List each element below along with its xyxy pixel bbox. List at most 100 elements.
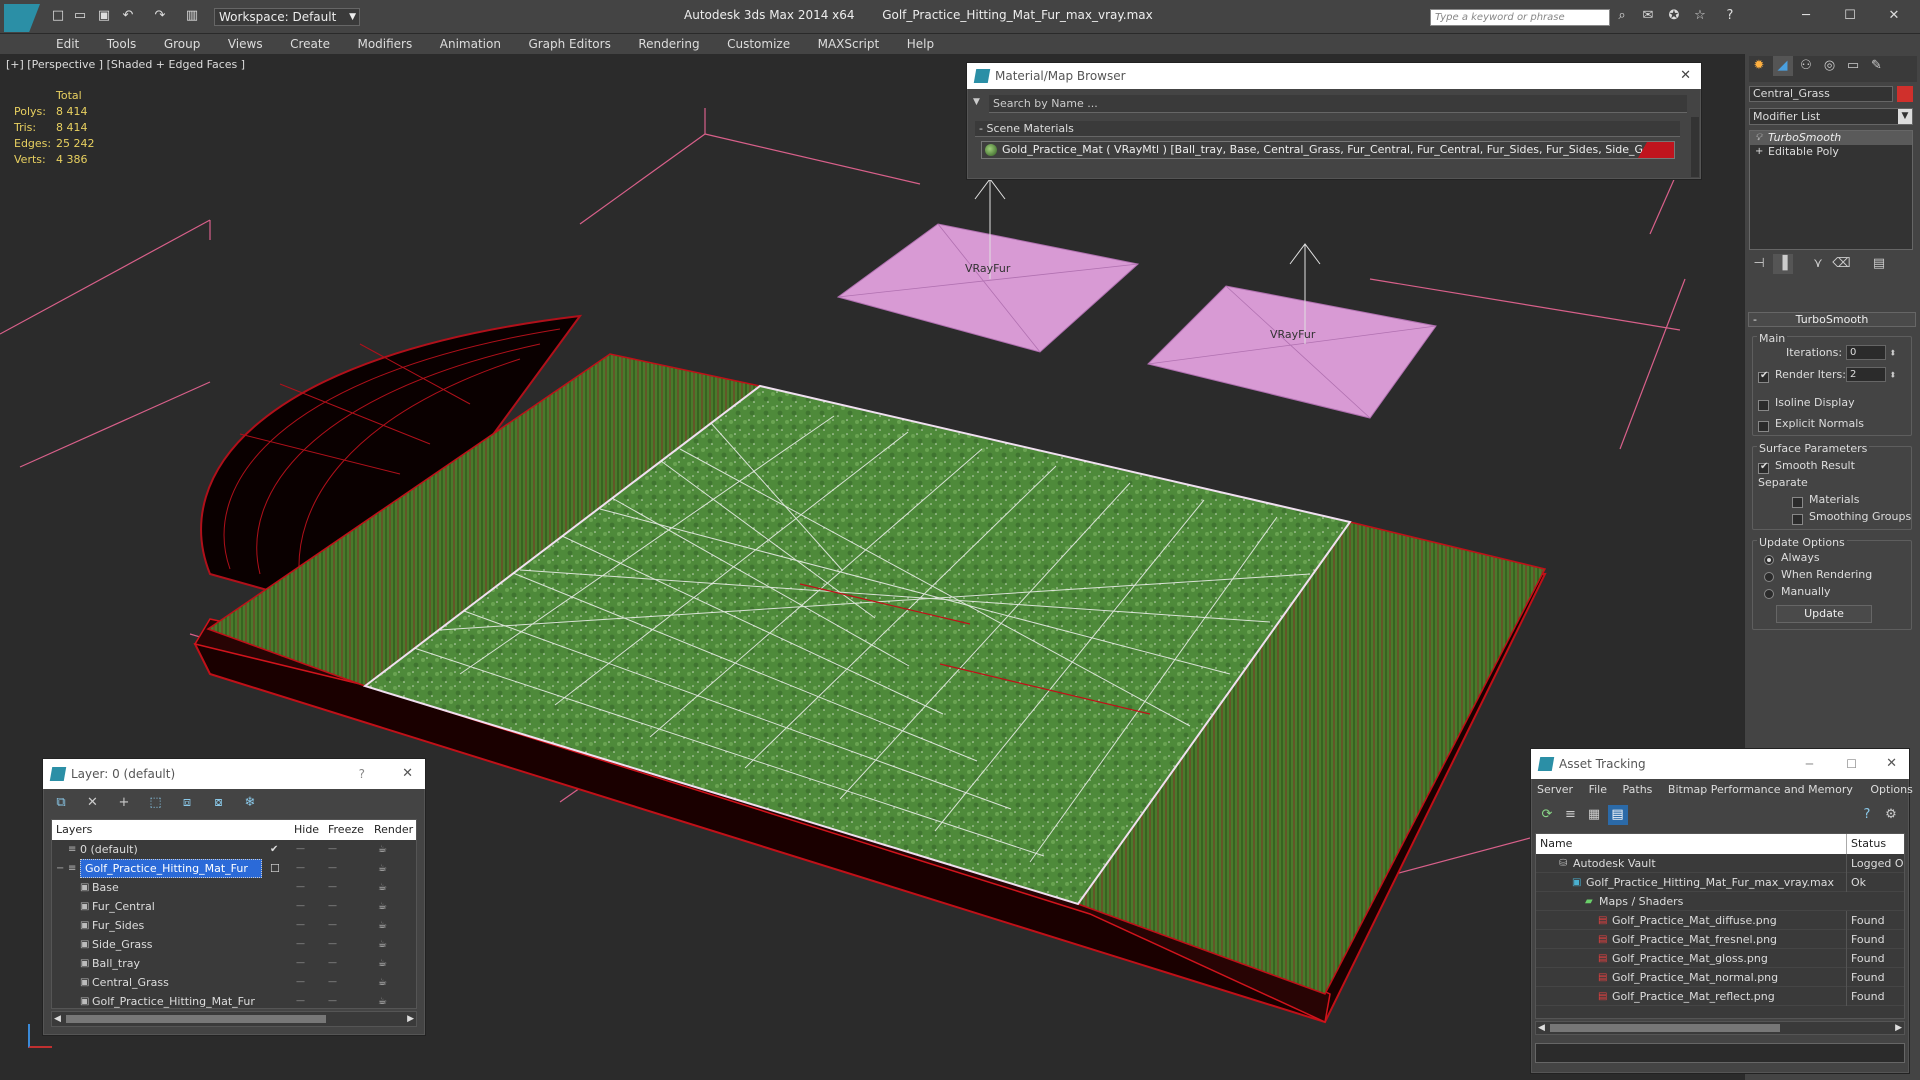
subscription-icon[interactable]: ✪ [1666, 8, 1682, 24]
help-icon[interactable]: ? [359, 759, 365, 789]
workspace-dropdown[interactable]: Workspace: Default ▼ [214, 8, 360, 26]
spinner-arrows-icon[interactable]: ⬍ [1890, 349, 1897, 358]
menu-graph-editors[interactable]: Graph Editors [516, 34, 622, 54]
configure-sets-icon[interactable]: ▤ [1869, 254, 1889, 274]
menu-rendering[interactable]: Rendering [626, 34, 711, 54]
layer-freeze-toggle[interactable]: — [328, 840, 337, 859]
render-iters-spinner[interactable]: 2 ⬍ [1846, 367, 1896, 382]
close-icon[interactable]: ✕ [1886, 8, 1902, 24]
asset-path-field[interactable] [1535, 1043, 1905, 1063]
vrayfur-plane-1[interactable] [836, 223, 1140, 353]
menu-animation[interactable]: Animation [428, 34, 513, 54]
stack-item-turbosmooth[interactable]: 💡︎ TurboSmooth [1750, 131, 1912, 145]
render-teapot-icon[interactable]: ☕︎ [378, 840, 387, 859]
layer-row[interactable]: ▣ Base — — ☕︎ [52, 878, 416, 897]
layer-hide-toggle[interactable]: — [296, 992, 305, 1011]
asset-row[interactable]: ▰ Maps / Shaders [1536, 892, 1904, 911]
render-teapot-icon[interactable]: ☕︎ [378, 973, 387, 992]
show-end-result-icon[interactable]: ▐ [1772, 254, 1793, 274]
modify-tab-icon[interactable]: ◢ [1772, 56, 1793, 76]
render-teapot-icon[interactable]: ☕︎ [378, 859, 387, 878]
asset-menu-file[interactable]: File [1589, 783, 1607, 796]
vrayfur-plane-2[interactable] [1147, 285, 1437, 419]
layer-hide-toggle[interactable]: — [296, 973, 305, 992]
hierarchy-tab-icon[interactable]: ⚇ [1796, 56, 1816, 76]
create-tab-icon[interactable]: ✹ [1749, 56, 1769, 76]
render-teapot-icon[interactable]: ☕︎ [378, 916, 387, 935]
column-name[interactable]: Name [1540, 834, 1572, 854]
column-hide[interactable]: Hide [294, 820, 319, 840]
favorites-star-icon[interactable]: ☆ [1692, 8, 1708, 24]
smoothing-groups-checkbox[interactable] [1792, 513, 1803, 525]
highlight-layer-icon[interactable]: ⧈ [177, 793, 197, 813]
spinner-arrows-icon[interactable]: ⬍ [1890, 371, 1897, 380]
help-icon[interactable]: ? [1722, 8, 1738, 24]
minimize-icon[interactable]: ─ [1806, 749, 1813, 779]
layer-freeze-toggle[interactable]: — [328, 992, 337, 1011]
column-status[interactable]: Status [1846, 834, 1886, 854]
redo-icon[interactable]: ↷ [152, 8, 168, 24]
object-color-swatch[interactable] [1897, 86, 1913, 102]
material-browser-scrollbar[interactable] [1691, 117, 1699, 177]
app-logo-icon[interactable] [4, 4, 40, 32]
hide-all-layers-icon[interactable]: ⧇ [209, 793, 229, 813]
chevron-right-icon[interactable]: ▶ [407, 1012, 414, 1026]
menu-modifiers[interactable]: Modifiers [345, 34, 424, 54]
stack-item-editable-poly[interactable]: + Editable Poly [1750, 145, 1912, 159]
layer-row[interactable]: ▣ Central_Grass — — ☕︎ [52, 973, 416, 992]
collapse-minus-icon[interactable]: − [56, 859, 64, 878]
motion-tab-icon[interactable]: ◎ [1820, 56, 1840, 76]
create-layer-icon[interactable]: ⧉ [51, 793, 71, 813]
freeze-all-layers-icon[interactable]: ❄ [240, 793, 260, 813]
layer-freeze-toggle[interactable]: — [328, 935, 337, 954]
layer-freeze-toggle[interactable]: — [328, 916, 337, 935]
scroll-thumb[interactable] [1550, 1024, 1780, 1032]
layer-hide-toggle[interactable]: — [296, 897, 305, 916]
render-iters-value[interactable]: 2 [1846, 367, 1886, 382]
asset-row[interactable]: ▤ Golf_Practice_Mat_gloss.png Found [1536, 949, 1904, 968]
modifier-stack[interactable]: 💡︎ TurboSmooth + Editable Poly [1749, 130, 1913, 250]
utilities-tab-icon[interactable]: ✎ [1867, 56, 1887, 76]
render-iters-check[interactable] [1758, 370, 1769, 383]
open-file-icon[interactable]: ▭ [72, 8, 88, 24]
render-teapot-icon[interactable]: ☕︎ [378, 992, 387, 1011]
list-view-icon[interactable]: ≡ [1561, 805, 1581, 825]
layer-row[interactable]: ▣ Golf_Practice_Hitting_Mat_Fur — — ☕︎ [52, 992, 416, 1011]
project-folder-icon[interactable]: ▥ [184, 8, 200, 24]
add-to-layer-icon[interactable]: + [114, 793, 134, 813]
close-icon[interactable]: ✕ [402, 759, 413, 789]
layer-row[interactable]: ≡ Golf_Practice_Hitting_Mat_Fur ☐ − — — ☕︎ [52, 859, 416, 878]
refresh-icon[interactable]: ⟳ [1537, 805, 1557, 825]
set-current-layer-box-icon[interactable]: ☐ [270, 859, 280, 878]
smooth-result-checkbox[interactable] [1758, 461, 1769, 474]
menu-customize[interactable]: Customize [715, 34, 802, 54]
scroll-thumb[interactable] [66, 1015, 326, 1023]
layer-row[interactable]: ▣ Side_Grass — — ☕︎ [52, 935, 416, 954]
layer-freeze-toggle[interactable]: — [328, 878, 337, 897]
asset-row[interactable]: ▤ Golf_Practice_Mat_normal.png Found [1536, 968, 1904, 987]
chevron-down-icon[interactable]: ▼ [973, 97, 980, 107]
column-render[interactable]: Render [374, 820, 413, 840]
asset-horizontal-scrollbar[interactable]: ◀ ▶ [1535, 1021, 1905, 1035]
display-tab-icon[interactable]: ▭ [1843, 56, 1863, 76]
menu-maxscript[interactable]: MAXScript [806, 34, 892, 54]
maximize-icon[interactable]: ☐ [1842, 8, 1858, 24]
column-freeze[interactable]: Freeze [328, 820, 364, 840]
layer-row[interactable]: ▣ Ball_tray — — ☕︎ [52, 954, 416, 973]
layer-freeze-toggle[interactable]: — [328, 897, 337, 916]
remove-modifier-icon[interactable]: ⌫ [1832, 254, 1852, 274]
undo-icon[interactable]: ↶ [120, 8, 136, 24]
update-when-rendering-radio[interactable] [1764, 572, 1774, 582]
object-name-field[interactable]: Central_Grass [1749, 86, 1893, 102]
table-view-icon[interactable]: ▤ [1607, 805, 1628, 825]
update-always-radio[interactable] [1764, 555, 1774, 565]
maximize-icon[interactable]: ☐ [1846, 749, 1857, 779]
layer-hide-toggle[interactable]: — [296, 954, 305, 973]
layer-hide-toggle[interactable]: — [296, 840, 305, 859]
menu-create[interactable]: Create [278, 34, 342, 54]
viewport-label[interactable]: [+] [Perspective ] [Shaded + Edged Faces… [6, 58, 245, 71]
asset-menu-bitmap-performance[interactable]: Bitmap Performance and Memory [1668, 783, 1853, 796]
light-bulb-icon[interactable]: 💡︎ [1755, 131, 1762, 145]
thumbnail-view-icon[interactable]: ▦ [1584, 805, 1604, 825]
make-unique-icon[interactable]: ⋎ [1808, 254, 1828, 274]
